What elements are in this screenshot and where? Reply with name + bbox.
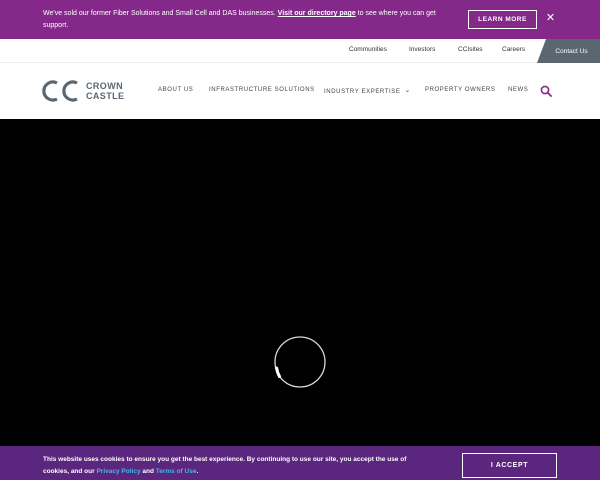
nav-industry-expertise[interactable]: INDUSTRY EXPERTISE ⌄ <box>324 87 411 95</box>
nav-about-us[interactable]: ABOUT US <box>158 87 193 93</box>
utility-link-ccisites[interactable]: CCIsites <box>458 46 483 53</box>
logo-line-castle: CASTLE <box>86 91 125 101</box>
accept-cookies-button[interactable]: I ACCEPT <box>462 453 557 478</box>
nav-property-owners[interactable]: PROPERTY OWNERS <box>425 87 495 93</box>
page: We've sold our former Fiber Solutions an… <box>0 0 600 480</box>
announcement-banner: We've sold our former Fiber Solutions an… <box>0 0 600 39</box>
learn-more-button[interactable]: LEARN MORE <box>468 10 537 29</box>
cookie-text-and: and <box>140 468 156 475</box>
hero-video[interactable] <box>0 119 600 450</box>
cookie-text: This website uses cookies to ensure you … <box>43 454 423 478</box>
logo-mark-icon <box>42 80 78 102</box>
utility-link-investors[interactable]: Investors <box>409 46 435 53</box>
crown-castle-logo[interactable]: CROWN CASTLE <box>42 78 132 106</box>
cookie-text-end: . <box>196 468 199 475</box>
logo-wordmark: CROWN CASTLE <box>86 81 124 101</box>
contact-us-button[interactable]: Contact Us <box>537 39 600 63</box>
close-icon[interactable]: ✕ <box>545 13 556 24</box>
directory-link[interactable]: Visit our directory page <box>278 10 356 17</box>
search-icon[interactable] <box>540 85 552 97</box>
loading-spinner-icon <box>274 336 326 388</box>
utility-link-careers[interactable]: Careers <box>502 46 525 53</box>
announcement-text-start: We've sold our former Fiber Solutions an… <box>43 10 278 17</box>
utility-nav: Communities Investors CCIsites Careers C… <box>0 39 600 63</box>
terms-of-use-link[interactable]: Terms of Use <box>156 468 197 475</box>
logo-line-crown: CROWN <box>86 81 123 91</box>
nav-industry-expertise-label: INDUSTRY EXPERTISE <box>324 89 401 95</box>
privacy-policy-link[interactable]: Privacy Policy <box>96 468 140 475</box>
cookie-banner: This website uses cookies to ensure you … <box>0 446 600 480</box>
nav-news[interactable]: NEWS <box>508 87 528 93</box>
nav-infrastructure-solutions[interactable]: INFRASTRUCTURE SOLUTIONS <box>209 87 315 93</box>
utility-link-communities[interactable]: Communities <box>349 46 387 53</box>
chevron-down-icon: ⌄ <box>404 87 411 94</box>
announcement-text: We've sold our former Fiber Solutions an… <box>43 8 448 32</box>
main-nav: CROWN CASTLE ABOUT US INFRASTRUCTURE SOL… <box>0 63 600 119</box>
